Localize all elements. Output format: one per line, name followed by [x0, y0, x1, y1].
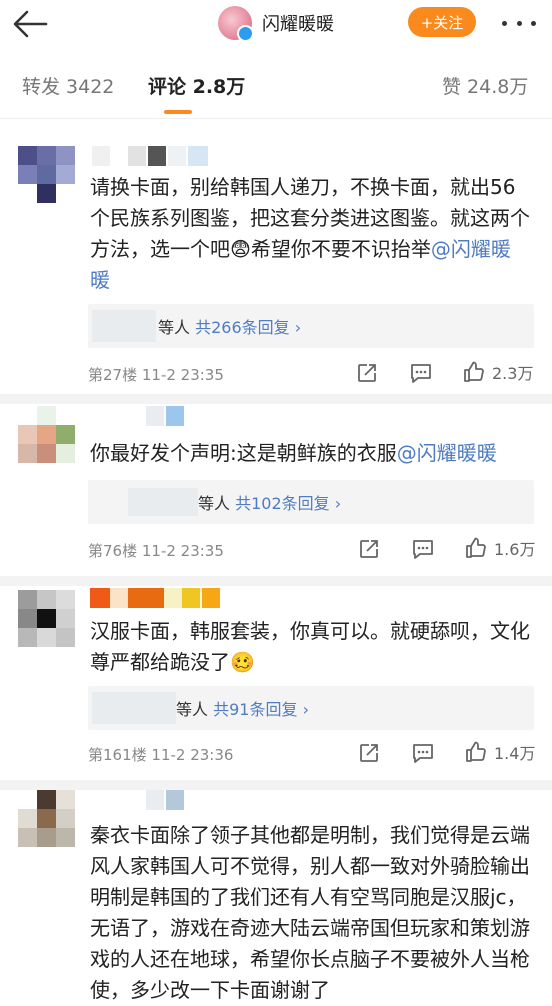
verified-badge-icon: [237, 25, 254, 42]
comment-item: 汉服卡面，韩服套装，你真可以。就硬舔呗，文化尊严都给跪没了🥴 等人 共91条回复…: [0, 586, 552, 780]
top-bar: 闪耀暖暖 +关注: [0, 0, 552, 50]
follow-button[interactable]: +关注: [408, 7, 476, 37]
back-button[interactable]: [10, 6, 50, 42]
floor-timestamp: 第76楼 11-2 23:35: [88, 542, 224, 560]
like-count: 1.6万: [494, 540, 536, 559]
comment-item: 请换卡面，别给韩国人递刀，不换卡面，就出56个民族系列图鉴，把这套分类进这图鉴。…: [0, 130, 552, 394]
floor-timestamp: 第27楼 11-2 23:35: [88, 366, 224, 384]
tab-reposts[interactable]: 转发 3422: [22, 72, 114, 99]
like-button[interactable]: 1.4万: [464, 740, 535, 764]
header-user[interactable]: 闪耀暖暖: [218, 4, 334, 42]
reply-count-link[interactable]: 共266条回复: [195, 318, 290, 337]
more-options-icon[interactable]: [502, 13, 536, 33]
like-button[interactable]: 2.3万: [462, 360, 533, 384]
like-count: 1.4万: [494, 744, 536, 763]
reply-count-link[interactable]: 共91条回复: [213, 700, 297, 719]
active-tab-indicator: [164, 110, 192, 114]
comment-button[interactable]: [411, 742, 435, 764]
reply-count-link[interactable]: 共102条回复: [235, 494, 330, 513]
emoji-icon: 😨: [230, 237, 251, 261]
tab-likes[interactable]: 赞 24.8万: [442, 72, 528, 99]
comment-item: 你最好发个声明:这是朝鲜族的衣服@闪耀暖暖 等人 共102条回复 › 第76楼 …: [0, 404, 552, 576]
comment-icon: [411, 364, 431, 383]
comment-item: 秦衣卡面除了领子其他都是明制，我们觉得是云端风人家韩国人可不觉得，别人都一致对外…: [0, 790, 552, 1002]
tab-bar: 转发 3422 评论 2.8万 赞 24.8万: [0, 52, 552, 119]
reply-summary[interactable]: 等人 共91条回复 ›: [88, 686, 534, 730]
tab-comments[interactable]: 评论 2.8万: [148, 72, 245, 99]
share-icon: [360, 744, 378, 762]
thumbs-up-icon: [464, 361, 484, 382]
thumbs-up-icon: [466, 741, 486, 762]
avatar[interactable]: [218, 6, 254, 42]
divider: [0, 780, 552, 790]
share-button[interactable]: [358, 538, 380, 560]
share-icon: [360, 540, 378, 558]
comment-text: 汉服卡面，韩服套装，你真可以。就硬舔呗，文化尊严都给跪没了🥴: [90, 619, 530, 674]
comment-icon: [413, 540, 433, 559]
emoji-icon: 🥴: [230, 650, 255, 674]
like-button[interactable]: 1.6万: [464, 536, 535, 560]
like-count: 2.3万: [492, 364, 534, 383]
comment-button[interactable]: [411, 538, 435, 560]
floor-timestamp: 第161楼 11-2 23:36: [88, 746, 234, 764]
comment-text: 请换卡面，别给韩国人递刀，不换卡面，就出56个民族系列图鉴，把这套分类进这图鉴。…: [90, 175, 530, 292]
comment-icon: [413, 744, 433, 763]
reply-summary[interactable]: 等人 共102条回复 ›: [88, 480, 534, 524]
comment-text: 秦衣卡面除了领子其他都是明制，我们觉得是云端风人家韩国人可不觉得，别人都一致对外…: [90, 823, 530, 1002]
thumbs-up-icon: [466, 537, 486, 558]
reply-summary[interactable]: 等人 共266条回复 ›: [88, 304, 534, 348]
header-username[interactable]: 闪耀暖暖: [262, 10, 334, 36]
avatar[interactable]: [18, 146, 75, 203]
comment-text: 你最好发个声明:这是朝鲜族的衣服@闪耀暖暖: [90, 441, 497, 465]
avatar[interactable]: [18, 406, 75, 463]
share-button[interactable]: [356, 362, 378, 384]
back-arrow-icon: [13, 10, 48, 38]
divider: [0, 394, 552, 404]
avatar[interactable]: [18, 590, 75, 647]
avatar[interactable]: [18, 790, 75, 847]
share-button[interactable]: [358, 742, 380, 764]
comment-button[interactable]: [409, 362, 433, 384]
mention-link[interactable]: @闪耀暖暖: [397, 441, 497, 465]
divider: [0, 576, 552, 586]
share-icon: [358, 364, 376, 382]
